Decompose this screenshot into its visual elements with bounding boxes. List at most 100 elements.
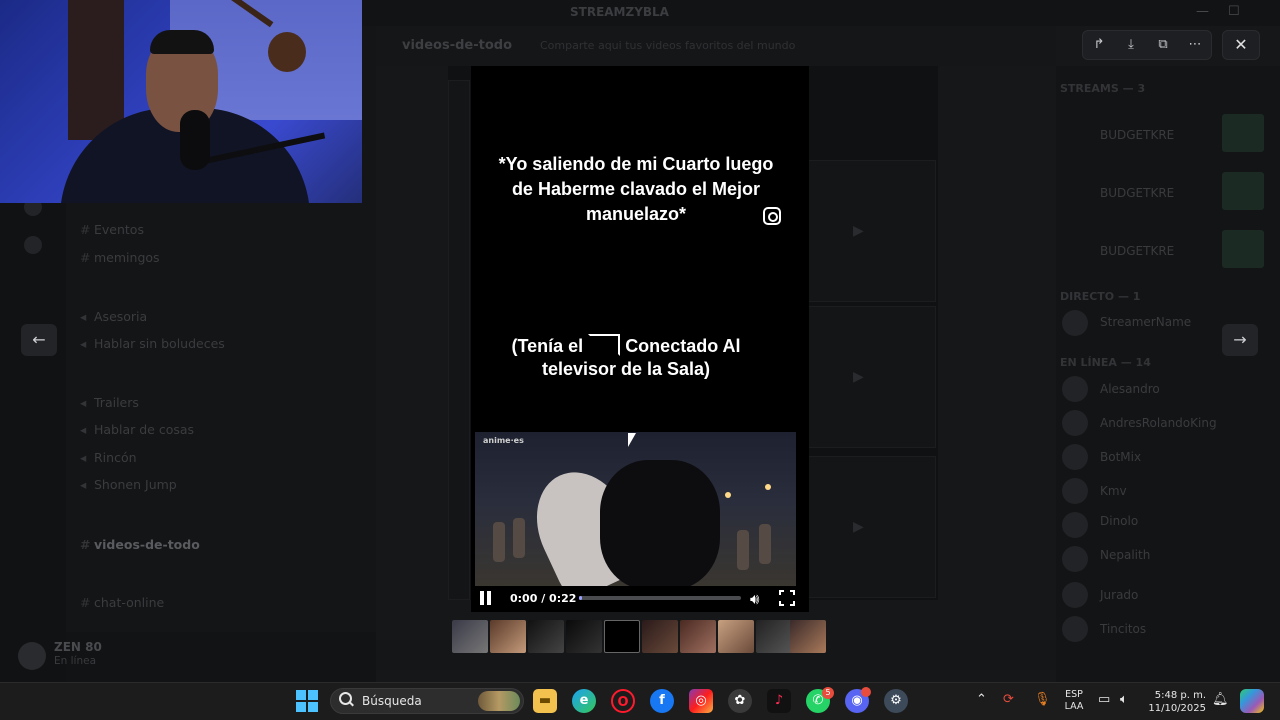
media-thumbnail[interactable] [490,620,526,653]
previous-button[interactable]: ← [21,324,57,356]
member-name[interactable]: Alesandro [1100,382,1160,396]
chevron-up-icon[interactable]: ⌃ [976,692,987,707]
channel-item[interactable]: # Eventos [80,222,144,237]
member-name[interactable]: Kmv [1100,484,1127,498]
member-name[interactable]: BUDGETKRE [1100,244,1174,258]
seek-bar[interactable] [579,596,741,600]
open-external-icon[interactable]: ⧉ [1154,37,1172,53]
minimize-button[interactable]: — [1196,4,1209,19]
media-thumbnail[interactable] [790,620,826,653]
instagram-icon[interactable]: ◎ [689,689,713,713]
member-name[interactable]: StreamerName [1100,315,1191,329]
avatar[interactable] [1062,478,1088,504]
opera-icon[interactable]: O [611,689,635,713]
avatar[interactable] [1062,546,1088,572]
more-icon[interactable]: ⋯ [1186,37,1204,53]
avatar[interactable] [18,642,46,670]
channel-item[interactable]: # memingos [80,250,160,265]
member-name[interactable]: Tincitos [1100,622,1146,636]
member-name[interactable]: Dinolo [1100,514,1138,528]
avatar[interactable] [1062,444,1088,470]
mouse-cursor [628,433,636,447]
channel-item-active[interactable]: # videos-de-todo [80,537,200,552]
fullscreen-icon[interactable] [779,590,795,606]
video-caption-bottom: (Tenía el Conectado Al televisor de la S… [490,334,762,381]
network-icon[interactable]: ▭ [1098,692,1110,707]
channel-item[interactable]: ◂ Rincón [80,450,137,465]
speaker-icon: ◂ [80,450,87,465]
server-icon[interactable] [24,236,42,254]
media-thumbnail[interactable] [718,620,754,653]
channel-item[interactable]: ◂ Shonen Jump [80,477,177,492]
settings-icon[interactable]: ⚙ [884,689,908,713]
next-button[interactable]: → [1222,324,1258,356]
media-thumbnail[interactable] [642,620,678,653]
windows-start-icon[interactable] [296,690,318,712]
member-name[interactable]: AndresRolandoKing [1100,416,1217,430]
download-icon[interactable]: ⤓ [1122,37,1140,53]
avatar[interactable] [1062,616,1088,642]
close-viewer-button[interactable]: ✕ [1222,30,1260,60]
volume-icon[interactable]: 🔈︎ [1120,692,1128,707]
crowd-person [759,524,771,564]
member-name[interactable]: Jurado [1100,588,1138,602]
avatar[interactable] [1062,582,1088,608]
user-panel [66,632,376,682]
video-card[interactable]: ▶ [808,160,936,302]
pause-icon[interactable] [479,591,493,605]
channel-item[interactable]: ◂ Hablar de cosas [80,422,194,437]
microphone-icon[interactable]: 🎙︎ [1034,692,1051,707]
channel-item[interactable]: ◂ Hablar sin boludeces [80,336,225,351]
media-thumbnail[interactable] [452,620,488,653]
member-name[interactable]: BotMix [1100,450,1141,464]
media-thumbnail[interactable] [528,620,564,653]
member-name[interactable]: Nepalith [1100,548,1150,562]
avatar[interactable] [1062,512,1088,538]
media-thumbnail[interactable] [680,620,716,653]
media-thumbnail[interactable] [756,620,792,653]
maximize-button[interactable]: ☐ [1228,4,1240,19]
chatgpt-icon[interactable]: ✿ [728,689,752,713]
seek-progress [579,596,583,600]
stream-thumbnail[interactable] [1222,172,1264,210]
forward-icon[interactable]: ↱ [1090,37,1108,53]
avatar[interactable] [1062,310,1088,336]
hash-icon: # [80,250,91,265]
stream-thumbnail[interactable] [1222,114,1264,152]
media-thumbnail[interactable] [566,620,602,653]
avatar[interactable] [1062,376,1088,402]
video-card[interactable]: ▶ [808,456,936,598]
member-section-header: EN LÍNEA — 14 [1060,356,1151,369]
clock[interactable]: 5:48 p. m. 11/10/2025 [1146,689,1206,715]
crowd-person [737,530,749,570]
volume-icon[interactable]: 🔊︎ [750,590,759,608]
speaker-icon: ◂ [80,336,87,351]
microphone [180,110,210,170]
guitar [268,32,306,72]
channel-item[interactable]: ◂ Trailers [80,395,139,410]
search-label: Búsqueda [362,694,422,708]
notifications-bell-icon[interactable]: 🔔︎ [1212,692,1229,707]
file-explorer-icon[interactable]: ▬ [533,689,557,713]
streamer-hair [150,30,214,54]
media-thumbnail-active[interactable] [604,620,640,653]
video-time: 0:00 / 0:22 [510,592,577,605]
channel-item[interactable]: # chat-online [80,595,164,610]
video-card[interactable] [448,80,470,600]
member-name[interactable]: BUDGETKRE [1100,128,1174,142]
tiktok-icon[interactable]: ♪ [767,689,791,713]
sync-icon[interactable]: ⟳ [1003,692,1014,707]
avatar[interactable] [1062,410,1088,436]
clip-silhouette [600,460,720,590]
copilot-icon[interactable] [1240,689,1264,713]
channel-item[interactable]: ◂ Asesoria [80,309,147,324]
edge-icon[interactable]: e [572,689,596,713]
facebook-icon[interactable]: f [650,689,674,713]
clip-watermark: anime·es [483,436,524,445]
video-card[interactable]: ▶ [808,306,936,448]
member-name[interactable]: BUDGETKRE [1100,186,1174,200]
search-icon [339,692,353,706]
language-indicator[interactable]: ESP LAA [1062,689,1086,713]
speaker-icon: ◂ [80,477,87,492]
stream-thumbnail[interactable] [1222,230,1264,268]
